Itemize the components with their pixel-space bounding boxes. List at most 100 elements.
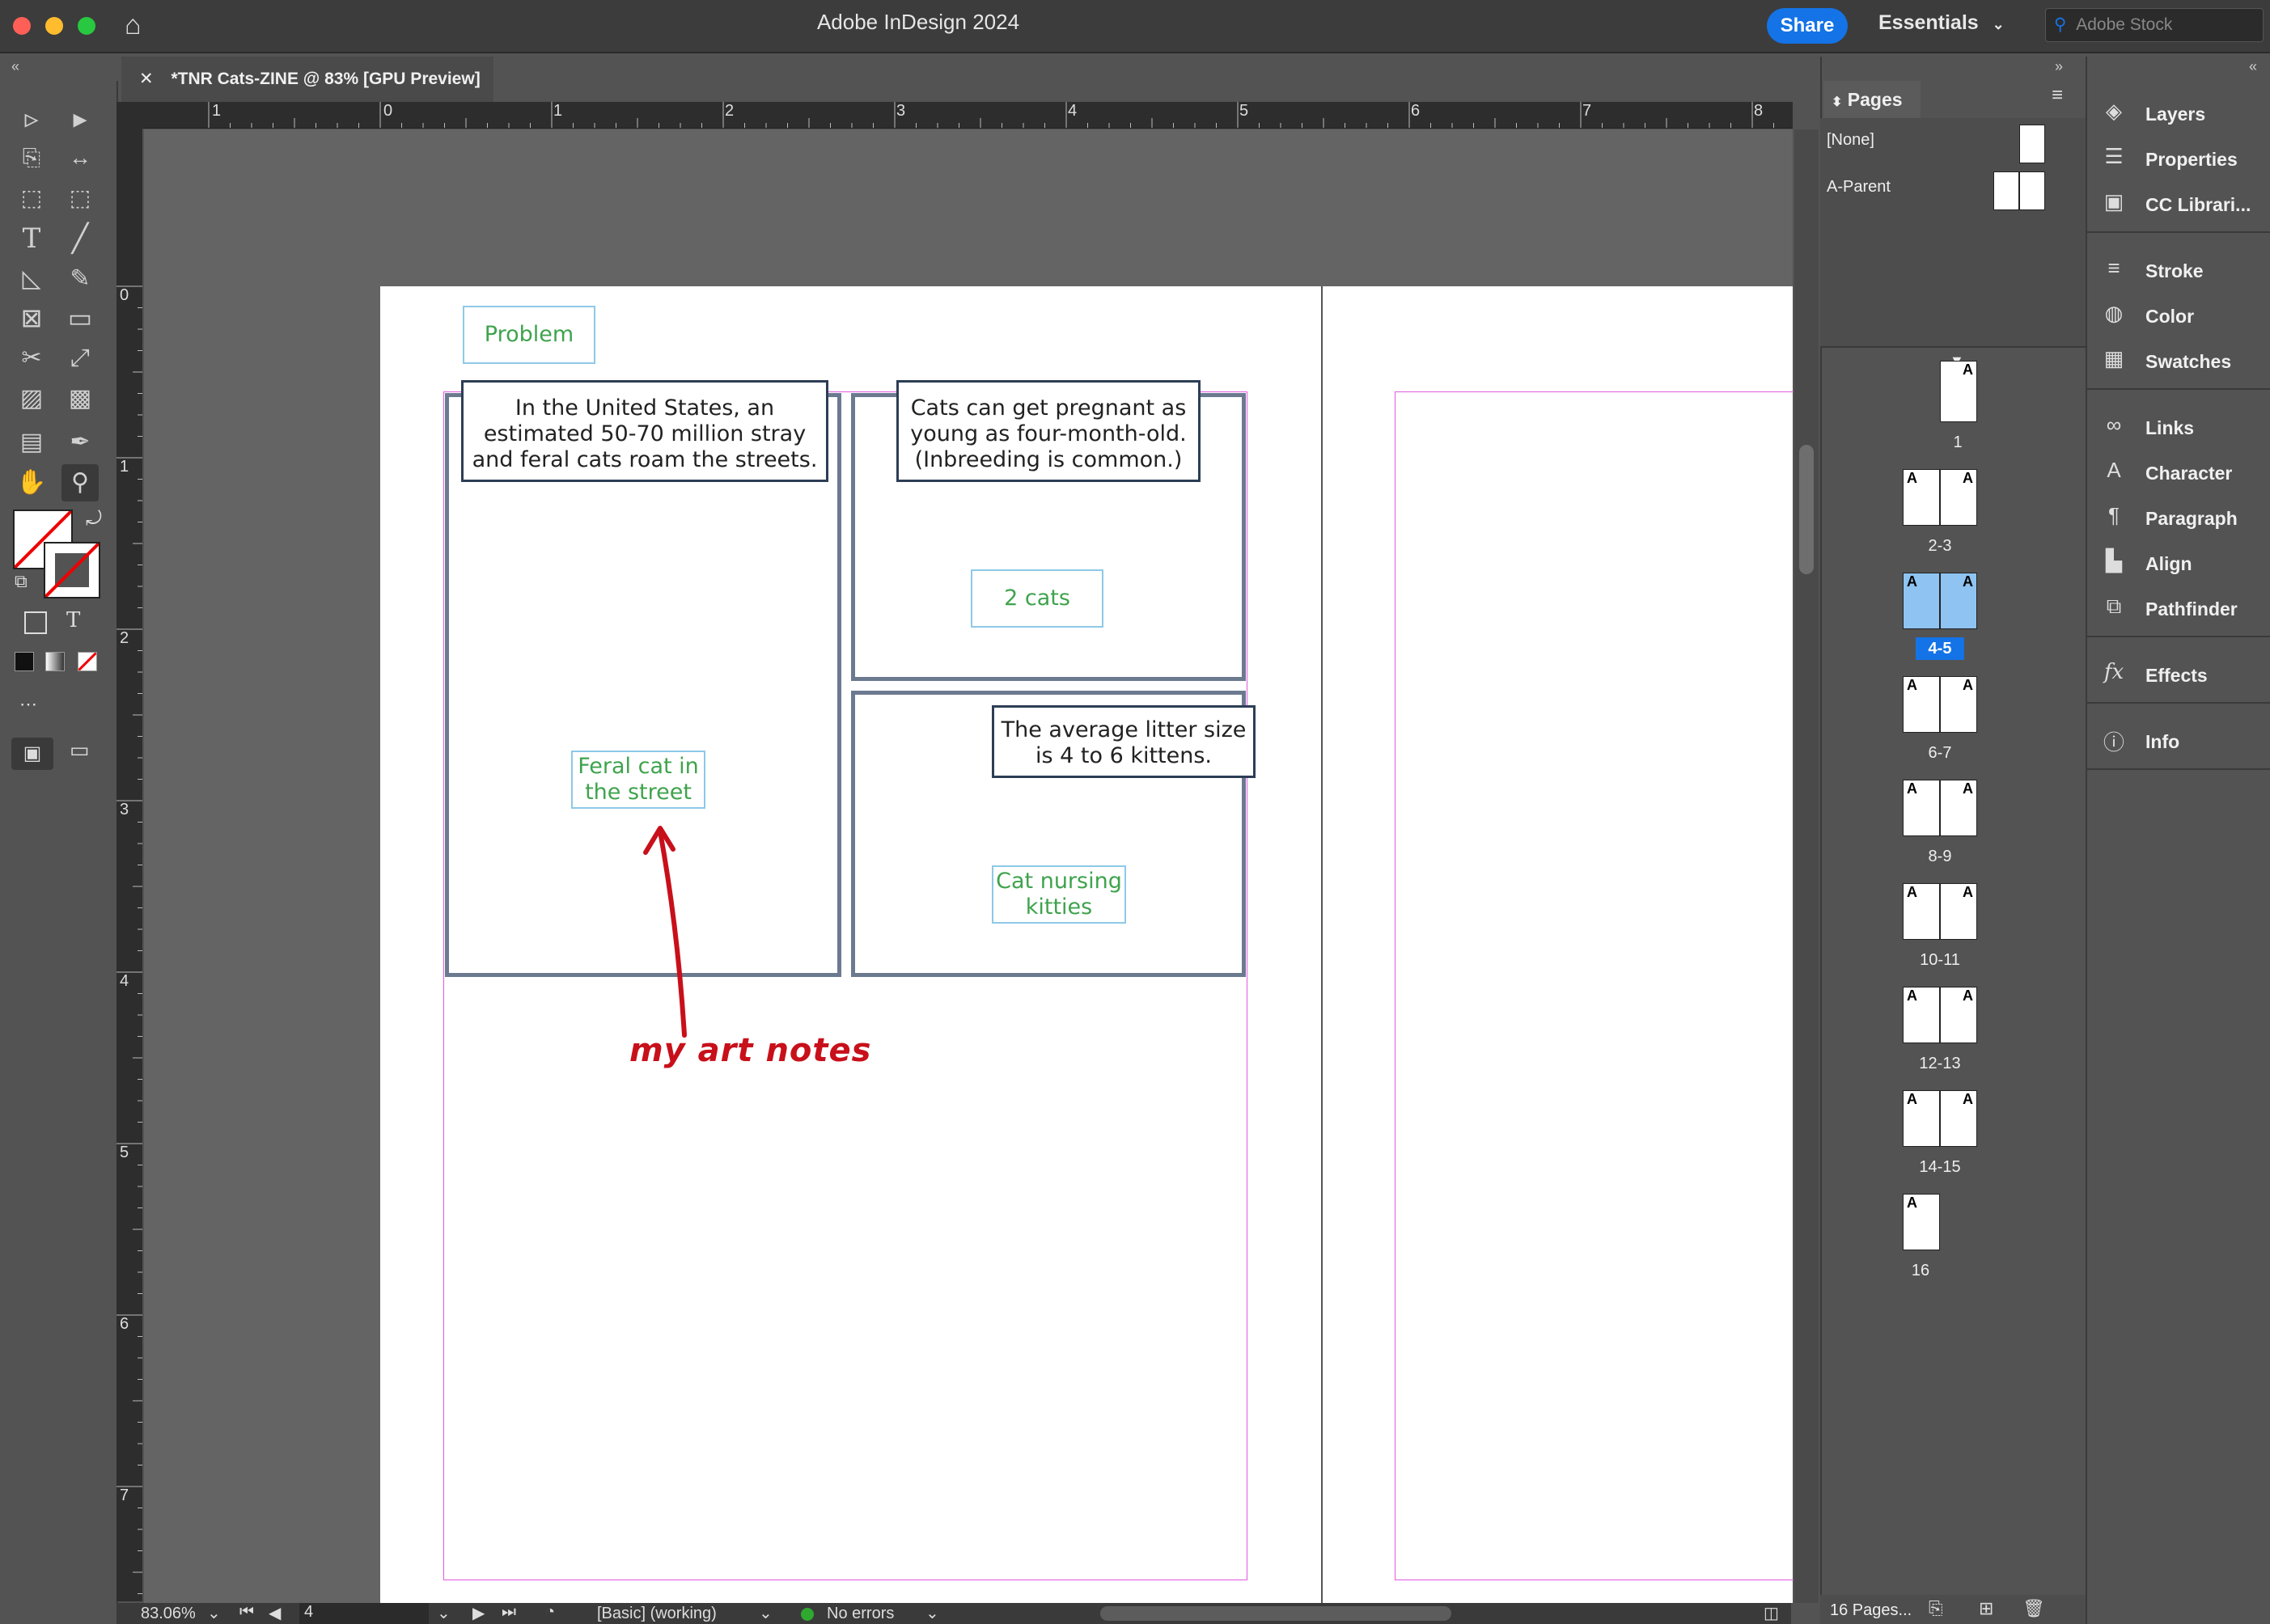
content-placer-icon[interactable]: ⬚ — [61, 180, 99, 217]
effects-panel-button[interactable]: Effects — [2145, 665, 2208, 687]
properties-panel-button[interactable]: Properties — [2145, 149, 2238, 171]
edit-toolbar-icon[interactable]: ⋯ — [19, 694, 37, 715]
gradient-swatch-tool-icon[interactable]: ▨ — [13, 380, 50, 417]
rectangle-frame-tool-icon[interactable]: ⊠ — [13, 299, 50, 336]
page-thumb-14[interactable]: A — [1903, 1090, 1940, 1147]
stroke-panel-button[interactable]: Stroke — [2145, 260, 2204, 282]
first-page-icon[interactable]: ⏮ — [239, 1603, 254, 1622]
align-panel-button[interactable]: Align — [2145, 553, 2192, 575]
close-tab-icon[interactable]: ✕ — [139, 70, 154, 88]
gradient-feather-tool-icon[interactable]: ▩ — [61, 380, 99, 417]
ruler-origin[interactable] — [116, 102, 142, 128]
collapse-tools-icon[interactable]: « — [11, 58, 19, 75]
apply-gradient-icon[interactable] — [45, 652, 65, 671]
pathfinder-panel-button[interactable]: Pathfinder — [2145, 598, 2238, 620]
normal-view-icon[interactable]: ▣ — [11, 738, 53, 770]
delete-page-icon[interactable]: 🗑 — [2022, 1598, 2045, 1619]
default-fill-stroke-icon[interactable]: ⧉ — [15, 571, 28, 592]
vertical-scrollbar[interactable] — [1794, 129, 1819, 1603]
gap-tool-icon[interactable]: ↔ — [61, 139, 99, 176]
page-thumb-5[interactable]: A — [1940, 573, 1977, 629]
parent-none[interactable]: [None] — [1827, 131, 1874, 150]
content-collector-icon[interactable]: ⬚ — [13, 180, 50, 217]
page-thumb-12[interactable]: A — [1903, 987, 1940, 1043]
stroke-swatch[interactable] — [44, 542, 100, 598]
page-thumb-9[interactable]: A — [1940, 780, 1977, 836]
label-2-cats[interactable]: 2 cats — [971, 569, 1103, 628]
label-feral-cat[interactable]: Feral cat in the street — [571, 751, 705, 809]
color-panel-button[interactable]: Color — [2145, 306, 2194, 328]
preflight-errors[interactable]: No errors — [827, 1605, 894, 1623]
page-thumb-8[interactable]: A — [1903, 780, 1940, 836]
free-transform-tool-icon[interactable]: ⤢ — [61, 340, 99, 377]
layers-panel-button[interactable]: Layers — [2145, 104, 2205, 125]
chevron-down-icon[interactable]: ⌄ — [759, 1603, 773, 1623]
pen-tool-icon[interactable]: ◺ — [13, 260, 50, 298]
page-thumb-11[interactable]: A — [1940, 883, 1977, 940]
chevron-down-icon[interactable]: ⌄ — [437, 1603, 451, 1623]
line-tool-icon[interactable]: ╱ — [61, 220, 99, 257]
pages-tab[interactable]: ⬍ Pages — [1823, 81, 1921, 118]
paragraph-panel-button[interactable]: Paragraph — [2145, 508, 2238, 530]
type-tool-icon[interactable]: T — [13, 220, 50, 257]
horizontal-ruler[interactable]: 1 0 1 2 3 4 5 6 7 8 — [142, 102, 1793, 129]
parent-none-thumb[interactable] — [2019, 125, 2045, 163]
label-problem[interactable]: Problem — [463, 306, 595, 364]
vertical-scroll-thumb[interactable] — [1799, 445, 1814, 574]
new-page-icon[interactable]: ⊞ — [1979, 1598, 1993, 1619]
chevron-down-icon[interactable]: ⌄ — [925, 1603, 939, 1623]
split-window-icon[interactable]: ◫ — [1764, 1603, 1779, 1623]
direct-selection-tool-icon[interactable]: ▸ — [61, 100, 99, 137]
page-size-icon[interactable]: ⎘ — [1929, 1598, 1943, 1619]
text-frame-litter[interactable]: The average litter size is 4 to 6 kitten… — [992, 705, 1256, 778]
apply-none-icon[interactable] — [78, 652, 97, 671]
document-tab[interactable]: ✕ *TNR Cats-ZINE @ 83% [GPU Preview] — [121, 57, 493, 102]
apply-color-icon[interactable] — [15, 652, 34, 671]
page-thumb-16[interactable]: A — [1903, 1194, 1940, 1250]
workspace-switcher[interactable]: Essentials ⌄ — [1878, 11, 2005, 35]
page-thumb-15[interactable]: A — [1940, 1090, 1977, 1147]
parent-a[interactable]: A-Parent — [1827, 178, 1891, 197]
next-page-icon[interactable]: ▶ — [472, 1603, 485, 1623]
vertical-ruler[interactable]: 0 1 2 3 4 5 6 7 — [116, 102, 142, 1601]
previous-page-icon[interactable]: ◀ — [269, 1603, 281, 1623]
text-frame-pregnancy[interactable]: Cats can get pregnant as young as four-m… — [896, 380, 1201, 482]
pencil-tool-icon[interactable]: ✎ — [61, 260, 99, 298]
page-number-field[interactable]: 4 — [299, 1603, 429, 1624]
parent-a-thumb-right[interactable] — [2019, 171, 2045, 210]
cc-libraries-panel-button[interactable]: CC Librari... — [2145, 194, 2251, 216]
links-panel-button[interactable]: Links — [2145, 417, 2194, 439]
zoom-tool-icon[interactable]: ⚲ — [61, 464, 99, 501]
swap-fill-stroke-icon[interactable]: ⤾ — [86, 508, 102, 531]
page-tool-icon[interactable]: ⎘ — [13, 139, 50, 176]
selection-tool-icon[interactable]: ▹ — [13, 100, 50, 137]
hand-tool-icon[interactable]: ✋ — [13, 464, 50, 501]
note-tool-icon[interactable]: ▤ — [13, 424, 50, 461]
page-thumb-6[interactable]: A — [1903, 676, 1940, 733]
share-button[interactable]: Share — [1767, 8, 1848, 44]
horizontal-scroll-thumb[interactable] — [1100, 1606, 1451, 1621]
formatting-text-icon[interactable]: T — [66, 608, 80, 632]
info-panel-button[interactable]: Info — [2145, 731, 2179, 753]
label-cat-nursing[interactable]: Cat nursing kitties — [992, 865, 1126, 924]
preflight-profile[interactable]: [Basic] (working) — [597, 1605, 717, 1623]
chevron-down-icon[interactable]: ⌄ — [207, 1603, 221, 1623]
formatting-container-icon[interactable] — [24, 611, 47, 634]
page-thumb-13[interactable]: A — [1940, 987, 1977, 1043]
rectangle-tool-icon[interactable]: ▭ — [61, 299, 99, 336]
page-thumb-7[interactable]: A — [1940, 676, 1977, 733]
page-thumb-10[interactable]: A — [1903, 883, 1940, 940]
screen-mode-icon[interactable]: ▭ — [70, 738, 90, 763]
open-page-icon[interactable]: ◔ — [545, 1603, 555, 1622]
panel-menu-icon[interactable]: ≡ — [2052, 84, 2063, 107]
adobe-stock-search[interactable]: ⚲ Adobe Stock — [2045, 8, 2264, 42]
expand-panel-icon[interactable]: » — [2055, 58, 2063, 75]
parent-a-thumb-left[interactable] — [1993, 171, 2019, 210]
collapse-dock-icon[interactable]: « — [2249, 58, 2257, 75]
page-thumb-1[interactable]: A — [1940, 361, 1977, 422]
scissors-tool-icon[interactable]: ✂ — [13, 340, 50, 377]
page-thumb-4[interactable]: A — [1903, 573, 1940, 629]
page-thumb-3[interactable]: A — [1940, 469, 1977, 526]
page-thumb-2[interactable]: A — [1903, 469, 1940, 526]
last-page-icon[interactable]: ⏭ — [502, 1603, 516, 1622]
